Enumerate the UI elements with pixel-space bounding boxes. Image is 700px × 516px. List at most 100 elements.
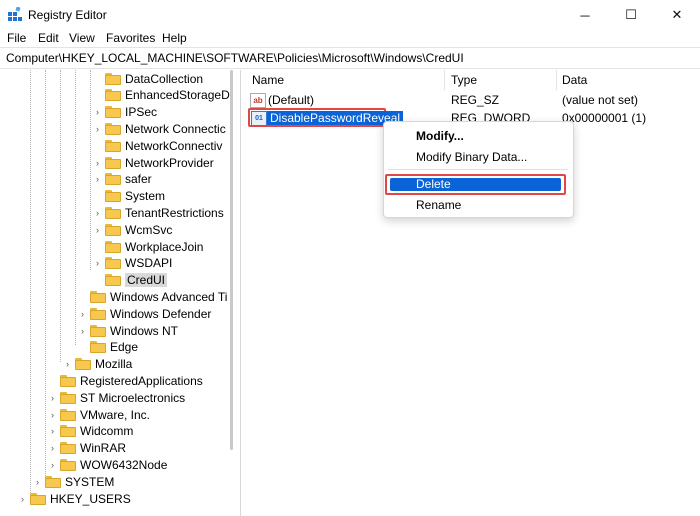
folder-icon <box>105 72 121 85</box>
chevron-right-icon[interactable]: › <box>93 154 102 171</box>
minimize-button[interactable]: ─ <box>562 0 608 30</box>
tree-node[interactable]: › WcmSvc <box>93 221 172 238</box>
folder-icon <box>105 240 121 253</box>
maximize-button[interactable]: ☐ <box>608 0 654 30</box>
chevron-right-icon[interactable]: › <box>48 440 57 457</box>
tree-node-label: WcmSvc <box>125 222 173 237</box>
value-row-default[interactable]: ab (Default) REG_SZ (value not set) <box>245 91 700 109</box>
chevron-right-icon[interactable]: › <box>93 120 102 137</box>
tree-node[interactable]: › SYSTEM <box>33 473 114 490</box>
tree-node[interactable]: › ST Microelectronics <box>48 389 185 406</box>
chevron-right-icon[interactable]: › <box>33 473 42 490</box>
folder-icon <box>105 190 121 203</box>
tree-node[interactable]: › Mozilla <box>63 356 132 373</box>
tree-node[interactable]: DataCollection <box>93 70 203 87</box>
tree-node[interactable]: EnhancedStorageD <box>93 87 230 104</box>
tree-node-label: NetworkConnectiv <box>125 138 223 153</box>
menu-file[interactable]: File <box>7 31 26 45</box>
menu-favorites[interactable]: Favorites <box>106 31 155 45</box>
folder-icon <box>60 391 76 404</box>
menu-item-rename[interactable]: Rename <box>416 198 461 212</box>
tree-node[interactable]: › IPSec <box>93 104 157 121</box>
tree-node[interactable]: › VMware, Inc. <box>48 406 150 423</box>
folder-icon <box>105 173 121 186</box>
chevron-right-icon[interactable]: › <box>93 255 102 272</box>
tree-node-label: Network Connectic <box>125 121 226 136</box>
address-path[interactable]: Computer\HKEY_LOCAL_MACHINE\SOFTWARE\Pol… <box>6 51 464 65</box>
tree-node[interactable]: › NetworkProvider <box>93 154 214 171</box>
tree-node-label: VMware, Inc. <box>80 407 151 422</box>
tree-node[interactable]: › Windows NT <box>78 322 178 339</box>
column-name-header[interactable]: Name <box>252 73 284 87</box>
tree-node[interactable]: WorkplaceJoin <box>93 238 203 255</box>
tree-node[interactable]: › Widcomm <box>48 423 133 440</box>
tree-node[interactable]: RegisteredApplications <box>48 372 203 389</box>
tree-node-label: Widcomm <box>80 424 134 439</box>
folder-icon <box>90 341 106 354</box>
chevron-right-icon[interactable]: › <box>93 204 102 221</box>
folder-icon <box>105 274 121 287</box>
tree-node[interactable]: Windows Advanced Ti <box>78 288 227 305</box>
tree-scrollbar[interactable] <box>230 70 233 450</box>
folder-icon <box>75 358 91 371</box>
tree-node[interactable]: › TenantRestrictions <box>93 204 224 221</box>
folder-icon <box>105 139 121 152</box>
window-title: Registry Editor <box>28 8 107 22</box>
tree-node[interactable]: Edge <box>78 339 138 356</box>
tree-node[interactable]: CredUI <box>93 272 168 289</box>
tree-node[interactable]: NetworkConnectiv <box>93 137 222 154</box>
menu-item-modify-binary[interactable]: Modify Binary Data... <box>416 150 527 164</box>
tree-node-label: ST Microelectronics <box>80 390 186 405</box>
chevron-right-icon[interactable]: › <box>48 456 57 473</box>
column-separator[interactable] <box>556 70 557 90</box>
tree-guide-line <box>75 70 76 345</box>
tree-node-label: WSDAPI <box>125 256 173 271</box>
tree-node[interactable]: › WinRAR <box>48 440 126 457</box>
chevron-right-icon[interactable]: › <box>78 322 87 339</box>
tree-node[interactable]: › WOW6432Node <box>48 456 167 473</box>
column-data-header[interactable]: Data <box>562 73 587 87</box>
chevron-right-icon[interactable]: › <box>48 423 57 440</box>
tree-node[interactable]: › Network Connectic <box>93 120 226 137</box>
registry-app-icon <box>8 7 22 21</box>
tree-node-label: Windows NT <box>110 323 179 338</box>
menu-item-delete[interactable]: Delete <box>385 174 566 195</box>
menu-help[interactable]: Help <box>162 31 187 45</box>
tree-node-label: IPSec <box>125 105 158 120</box>
menu-item-modify[interactable]: Modify... <box>416 129 464 143</box>
tree-node[interactable]: › HKEY_USERS <box>18 490 131 507</box>
close-button[interactable]: ✕ <box>654 0 700 30</box>
chevron-right-icon[interactable]: › <box>63 356 72 373</box>
menu-edit[interactable]: Edit <box>38 31 59 45</box>
chevron-right-icon[interactable]: › <box>93 104 102 121</box>
folder-icon <box>60 374 76 387</box>
folder-icon <box>60 425 76 438</box>
tree-node-label: WorkplaceJoin <box>125 239 204 254</box>
chevron-right-icon[interactable]: › <box>78 305 87 322</box>
column-separator[interactable] <box>444 70 445 90</box>
chevron-right-icon[interactable]: › <box>93 171 102 188</box>
address-bar[interactable]: Computer\HKEY_LOCAL_MACHINE\SOFTWARE\Pol… <box>0 47 700 69</box>
chevron-right-icon[interactable]: › <box>18 490 27 507</box>
tree-node-label: EnhancedStorageD <box>125 88 230 103</box>
tree-node[interactable]: System <box>93 188 165 205</box>
tree-node-label: WinRAR <box>80 441 127 456</box>
tree-node[interactable]: › WSDAPI <box>93 255 172 272</box>
tree-guide-line <box>30 70 31 495</box>
chevron-right-icon[interactable]: › <box>48 406 57 423</box>
column-type-header[interactable]: Type <box>451 73 477 87</box>
chevron-right-icon[interactable]: › <box>48 389 57 406</box>
tree-node-label: Edge <box>110 340 139 355</box>
folder-icon <box>105 106 121 119</box>
folder-icon <box>60 442 76 455</box>
menu-view[interactable]: View <box>69 31 95 45</box>
tree-node[interactable]: › Windows Defender <box>78 305 211 322</box>
tree-node-label: TenantRestrictions <box>125 205 224 220</box>
chevron-right-icon[interactable]: › <box>93 221 102 238</box>
folder-icon <box>60 408 76 421</box>
tree-node[interactable]: › safer <box>93 171 152 188</box>
